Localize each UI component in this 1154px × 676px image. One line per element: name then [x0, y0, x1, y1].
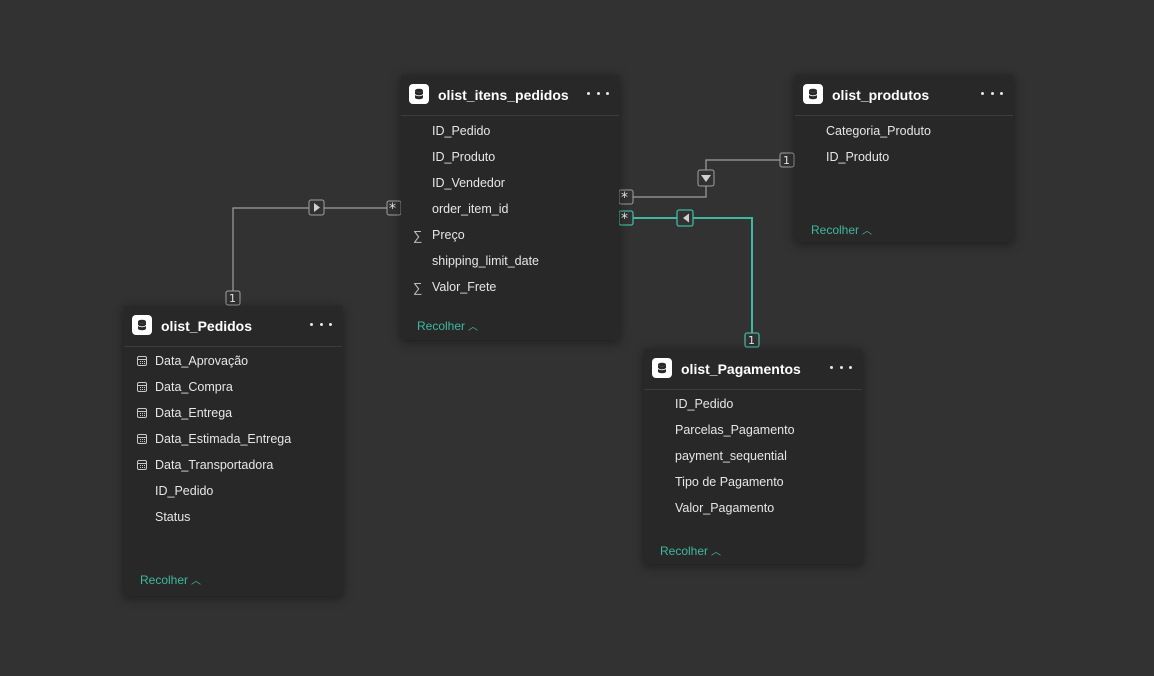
field-item[interactable]: Valor_Pagamento: [644, 500, 862, 518]
cardinality-one-label: 1: [783, 154, 790, 167]
calendar-icon: [137, 460, 147, 470]
table-card-itens-pedidos[interactable]: olist_itens_pedidos ID_Pedido ID_Produto…: [401, 75, 619, 340]
field-label: Data_Estimada_Entrega: [155, 432, 292, 446]
collapse-label: Recolher: [811, 223, 860, 237]
field-label: ID_Produto: [826, 150, 890, 164]
field-label: Categoria_Produto: [826, 124, 931, 138]
more-options-icon[interactable]: [587, 83, 609, 103]
chevron-up-icon: ︿: [191, 576, 202, 587]
collapse-label: Recolher: [140, 573, 189, 587]
sigma-icon: ∑: [413, 280, 423, 295]
field-label: Valor_Frete: [432, 280, 497, 294]
more-options-icon[interactable]: [310, 314, 332, 334]
collapse-button[interactable]: Recolher ︿: [417, 318, 478, 333]
field-label: order_item_id: [432, 202, 509, 216]
table-header[interactable]: olist_Pedidos: [124, 306, 342, 347]
cardinality-one-label: 1: [229, 292, 236, 305]
field-item[interactable]: ID_Pedido: [124, 483, 342, 501]
field-label: ID_Pedido: [155, 484, 214, 498]
chevron-up-icon: ︿: [468, 322, 479, 333]
field-label: Status: [155, 510, 191, 524]
field-item[interactable]: shipping_limit_date: [401, 253, 619, 271]
field-item[interactable]: ∑ Valor_Frete: [401, 279, 619, 297]
more-options-icon[interactable]: [981, 83, 1003, 103]
table-title: olist_itens_pedidos: [438, 87, 569, 103]
field-item[interactable]: Data_Estimada_Entrega: [124, 431, 342, 449]
field-label: Preço: [432, 228, 465, 242]
field-item[interactable]: ∑ Preço: [401, 227, 619, 245]
database-icon: [803, 84, 823, 104]
field-item[interactable]: Data_Entrega: [124, 405, 342, 423]
chevron-up-icon: ︿: [711, 547, 722, 558]
calendar-icon: [137, 434, 147, 444]
field-item[interactable]: Tipo de Pagamento: [644, 474, 862, 492]
cardinality-one-label: 1: [748, 334, 755, 347]
collapse-button[interactable]: Recolher ︿: [811, 222, 872, 237]
field-item[interactable]: Data_Compra: [124, 379, 342, 397]
calendar-icon: [137, 382, 147, 392]
table-header[interactable]: olist_produtos: [795, 75, 1013, 116]
table-header[interactable]: olist_itens_pedidos: [401, 75, 619, 116]
more-options-icon[interactable]: [830, 357, 852, 377]
field-label: Data_Entrega: [155, 406, 233, 420]
field-label: shipping_limit_date: [432, 254, 540, 268]
cardinality-many-label: *: [621, 211, 628, 227]
field-item[interactable]: ID_Vendedor: [401, 175, 619, 193]
field-item[interactable]: Categoria_Produto: [795, 123, 1013, 141]
relationship-itens-produtos[interactable]: [618, 152, 795, 205]
table-card-produtos[interactable]: olist_produtos Categoria_Produto ID_Prod…: [795, 75, 1013, 242]
field-item[interactable]: ID_Pedido: [401, 123, 619, 141]
field-label: Data_Aprovação: [155, 354, 249, 368]
table-header[interactable]: olist_Pagamentos: [644, 349, 862, 390]
field-item[interactable]: ID_Produto: [795, 149, 1013, 167]
field-label: payment_sequential: [675, 449, 787, 463]
field-item[interactable]: Parcelas_Pagamento: [644, 422, 862, 440]
field-item[interactable]: payment_sequential: [644, 448, 862, 466]
table-title: olist_Pedidos: [161, 318, 253, 334]
relationship-pedidos-itens[interactable]: [225, 199, 402, 306]
table-title: olist_produtos: [832, 87, 930, 103]
field-label: Parcelas_Pagamento: [675, 423, 795, 437]
field-label: ID_Vendedor: [432, 176, 505, 190]
table-card-pedidos[interactable]: olist_Pedidos Data_Aprovação Data_Compra…: [124, 306, 342, 596]
collapse-button[interactable]: Recolher ︿: [660, 543, 721, 558]
table-card-pagamentos[interactable]: olist_Pagamentos ID_Pedido Parcelas_Paga…: [644, 349, 862, 564]
field-label: ID_Pedido: [432, 124, 491, 138]
field-label: ID_Produto: [432, 150, 496, 164]
field-item[interactable]: Data_Aprovação: [124, 353, 342, 371]
database-icon: [652, 358, 672, 378]
field-label: Valor_Pagamento: [675, 501, 775, 515]
field-item[interactable]: ID_Produto: [401, 149, 619, 167]
calendar-icon: [137, 356, 147, 366]
field-item[interactable]: Data_Transportadora: [124, 457, 342, 475]
field-label: Data_Compra: [155, 380, 233, 394]
field-label: Tipo de Pagamento: [675, 475, 784, 489]
relationship-itens-pagamentos[interactable]: [618, 209, 760, 348]
field-item[interactable]: order_item_id: [401, 201, 619, 219]
collapse-label: Recolher: [660, 544, 709, 558]
cardinality-many-label: *: [389, 201, 396, 217]
field-item[interactable]: Status: [124, 509, 342, 527]
collapse-label: Recolher: [417, 319, 466, 333]
field-label: Data_Transportadora: [155, 458, 274, 472]
table-title: olist_Pagamentos: [681, 361, 801, 377]
database-icon: [409, 84, 429, 104]
database-icon: [132, 315, 152, 335]
collapse-button[interactable]: Recolher ︿: [140, 572, 201, 587]
cardinality-many-label: *: [621, 190, 628, 206]
field-item[interactable]: ID_Pedido: [644, 396, 862, 414]
sigma-icon: ∑: [413, 228, 423, 243]
chevron-up-icon: ︿: [862, 226, 873, 237]
field-label: ID_Pedido: [675, 397, 734, 411]
calendar-icon: [137, 408, 147, 418]
